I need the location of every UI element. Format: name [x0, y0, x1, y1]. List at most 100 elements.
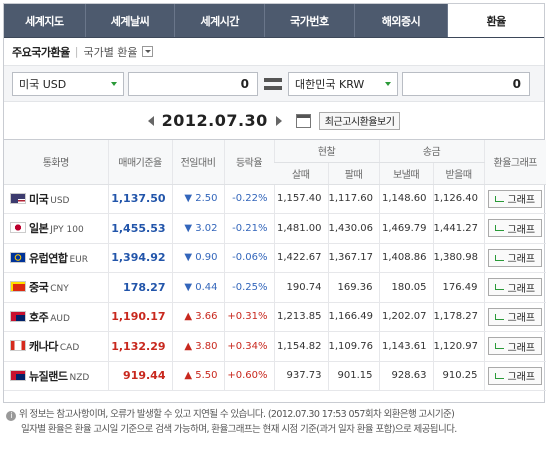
jp-flag-icon: [10, 222, 26, 234]
graph-button[interactable]: 그래프: [488, 366, 543, 385]
recent-rates-button[interactable]: 최근고시환율보기: [318, 111, 401, 130]
graph-button-label: 그래프: [507, 313, 536, 325]
calendar-icon[interactable]: [295, 113, 311, 128]
graph-button[interactable]: 그래프: [488, 337, 543, 356]
change-pct-cell: -0.21%: [223, 213, 274, 244]
graph-button[interactable]: 그래프: [488, 307, 543, 326]
header-change: 전일대비: [171, 140, 224, 185]
currency-cell[interactable]: 뉴질랜드 NZD: [4, 361, 108, 391]
change-cell: ▼ 0.44: [171, 272, 224, 303]
currency-cell[interactable]: 미국 USD: [4, 184, 108, 214]
remit-send-cell: 1,143.61: [378, 331, 433, 362]
from-currency-select[interactable]: 미국 USD: [12, 71, 124, 96]
table-row: 호주 AUD 1,190.17 ▲ 3.66 +0.31% 1,213.85 1,166.4…: [4, 302, 546, 332]
currency-name: 뉴질랜드: [29, 369, 68, 383]
currency-cell[interactable]: 일본 JPY 100: [4, 213, 108, 244]
change-cell: ▼ 0.90: [171, 243, 224, 273]
tab-world-weather[interactable]: 세계날씨: [86, 4, 176, 37]
chart-icon: [495, 372, 505, 379]
currency-name: 중국: [29, 281, 49, 295]
graph-cell: 그래프: [483, 213, 546, 244]
chart-icon: [495, 254, 505, 261]
previous-date-arrow-icon[interactable]: [147, 115, 154, 126]
change-cell: ▲ 5.50: [171, 361, 224, 391]
tab-country-code[interactable]: 국가번호: [265, 4, 355, 37]
currency-name: 캐나다: [29, 340, 58, 354]
currency-cell[interactable]: 유럽연합 EUR: [4, 243, 108, 273]
tab-world-time[interactable]: 세계시간: [175, 4, 266, 37]
cash-sell-cell: 1,166.49: [327, 302, 379, 332]
header-graph: 환율그래프: [483, 140, 546, 185]
remit-send-cell: 1,408.86: [378, 243, 433, 273]
currency-cell[interactable]: 캐나다 CAD: [4, 331, 108, 362]
change-pct-cell: +0.34%: [223, 331, 274, 362]
chevron-down-icon: [385, 81, 391, 86]
remit-recv-cell: 1,380.98: [432, 243, 484, 273]
remit-recv-cell: 176.49: [432, 272, 484, 303]
table-row: 일본 JPY 100 1,455.53 ▼ 3.02 -0.21% 1,481.00 1,4…: [4, 213, 546, 244]
section-title: 주요국가환율: [12, 45, 70, 59]
graph-button[interactable]: 그래프: [488, 189, 543, 208]
currency-cell[interactable]: 호주 AUD: [4, 302, 108, 332]
base-rate-cell: 1,455.53: [107, 213, 172, 244]
remit-send-cell: 1,202.07: [378, 302, 433, 332]
currency-name: 호주: [29, 310, 49, 324]
graph-button[interactable]: 그래프: [488, 248, 543, 267]
graph-cell: 그래프: [483, 361, 546, 391]
cash-buy-cell: 1,213.85: [273, 302, 328, 332]
tab-bar: 세계지도 세계날씨 세계시간 국가번호 해외증시 환율: [4, 4, 545, 38]
graph-button-label: 그래프: [507, 195, 536, 207]
chart-icon: [495, 343, 505, 350]
table-row: 유럽연합 EUR 1,394.92 ▼ 0.90 -0.06% 1,422.67 1,367…: [4, 243, 546, 273]
base-rate-cell: 1,137.50: [107, 184, 172, 214]
next-date-arrow-icon[interactable]: [275, 115, 282, 126]
chart-icon: [495, 284, 505, 291]
chart-icon: [495, 225, 505, 232]
header-change-pct: 등락율: [223, 140, 274, 185]
currency-code: CNY: [50, 284, 69, 295]
ca-flag-icon: [10, 340, 26, 352]
graph-cell: 그래프: [483, 243, 546, 273]
tab-overseas-stocks[interactable]: 해외증시: [355, 4, 449, 37]
to-currency-select[interactable]: 대한민국 KRW: [288, 71, 398, 96]
currency-code: NZD: [69, 372, 90, 383]
cash-sell-cell: 1,430.06: [327, 213, 379, 244]
table-row: 중국 CNY 178.27 ▼ 0.44 -0.25% 190.74 169.36 180.0…: [4, 272, 546, 303]
change-pct-cell: -0.06%: [223, 243, 274, 273]
base-rate-cell: 919.44: [107, 361, 172, 391]
currency-code: JPY 100: [50, 225, 84, 236]
divider: |: [74, 45, 79, 58]
cash-sell-cell: 901.15: [327, 361, 379, 391]
us-flag-icon: [10, 192, 26, 204]
footnote-line-1: 위 정보는 참고사항이며, 오류가 발생할 수 있고 지연될 수 있습니다. (…: [19, 409, 455, 420]
header-remit-send: 보낼때: [378, 162, 433, 185]
graph-button[interactable]: 그래프: [488, 278, 543, 297]
to-amount-input[interactable]: 0: [402, 71, 530, 96]
chevron-down-icon: [111, 81, 117, 86]
chevron-down-icon[interactable]: [141, 46, 153, 57]
base-rate-cell: 178.27: [107, 272, 172, 303]
change-cell: ▼ 3.02: [171, 213, 224, 244]
table-row: 캐나다 CAD 1,132.29 ▲ 3.80 +0.34% 1,154.82 1,109.…: [4, 331, 546, 362]
tab-exchange-rate[interactable]: 환율: [448, 4, 545, 37]
header-remit: 송금: [378, 140, 484, 163]
change-cell: ▼ 2.50: [171, 184, 224, 214]
cash-buy-cell: 1,154.82: [273, 331, 328, 362]
info-icon: i: [6, 411, 16, 421]
cash-sell-cell: 1,109.76: [327, 331, 379, 362]
chart-icon: [495, 195, 505, 202]
header-remit-recv: 받을때: [432, 162, 484, 185]
remit-send-cell: 1,148.60: [378, 184, 433, 214]
tab-world-map[interactable]: 세계지도: [4, 4, 86, 37]
remit-recv-cell: 1,120.97: [432, 331, 484, 362]
by-country-link[interactable]: 국가별 환율: [83, 44, 137, 60]
from-amount-input[interactable]: 0: [128, 71, 258, 96]
remit-recv-cell: 1,441.27: [432, 213, 484, 244]
header-cash-sell: 팔때: [327, 162, 379, 185]
currency-name: 미국: [29, 192, 49, 206]
graph-button-label: 그래프: [507, 372, 536, 384]
remit-send-cell: 928.63: [378, 361, 433, 391]
currency-cell[interactable]: 중국 CNY: [4, 272, 108, 303]
remit-recv-cell: 1,178.27: [432, 302, 484, 332]
graph-button[interactable]: 그래프: [488, 219, 543, 238]
